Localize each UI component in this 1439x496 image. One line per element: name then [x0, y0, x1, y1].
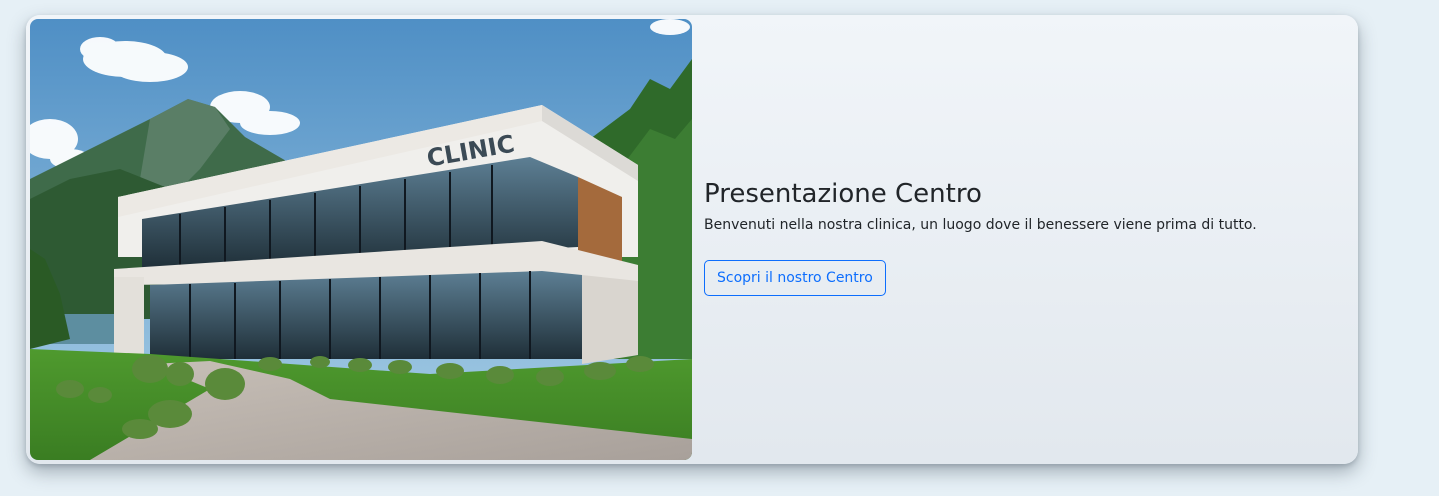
hero-card: CLINIC Presentazione Centro Benvenuti ne… — [26, 15, 1358, 464]
clinic-photo: CLINIC — [30, 19, 692, 460]
discover-center-button[interactable]: Scopri il nostro Centro — [704, 260, 886, 296]
hero-subtitle: Benvenuti nella nostra clinica, un luogo… — [704, 217, 1257, 233]
hero-content: Presentazione Centro Benvenuti nella nos… — [704, 177, 1344, 296]
hero-title: Presentazione Centro — [704, 179, 982, 209]
